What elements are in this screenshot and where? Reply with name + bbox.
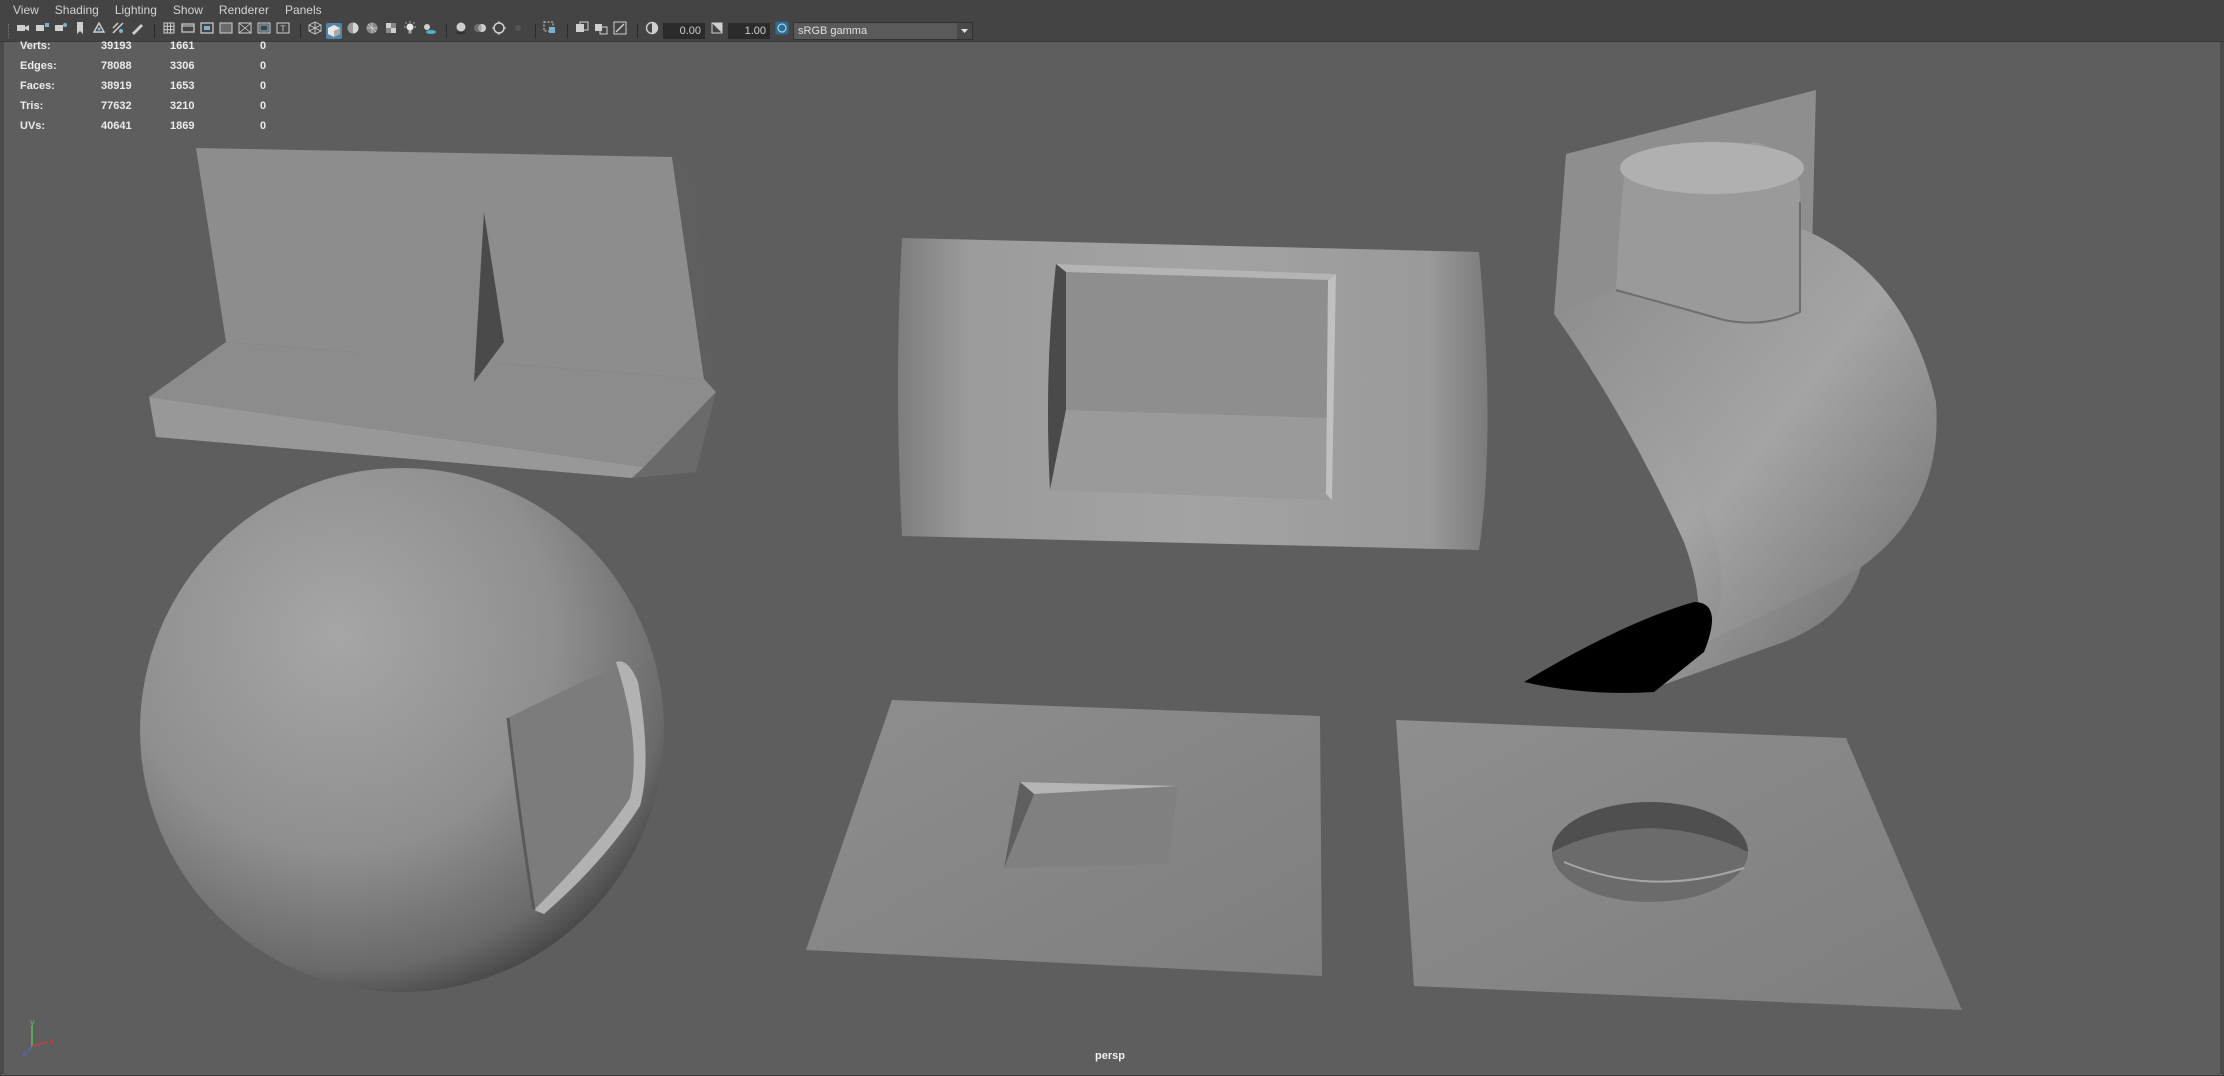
axis-y-label: y [30,1018,35,1027]
safe-action-icon[interactable] [256,20,272,41]
toolbar-separator [300,23,301,38]
gamma-field[interactable]: 1.00 [728,22,770,39]
hud-value: 3306 [170,60,195,72]
hud-value: 0 [260,80,267,92]
hud-value: 38919 [101,80,132,92]
toolbar-separator [446,23,447,38]
sphere-mesh[interactable] [140,468,664,992]
use-all-lights-icon[interactable] [402,20,418,41]
hud-label: UVs: [20,120,46,132]
image-plane-icon[interactable] [91,20,107,41]
smooth-shade-all-icon[interactable] [326,22,342,39]
viewport-canvas[interactable] [4,42,2220,1072]
hud-label: Tris: [20,100,44,112]
hud-value: 0 [260,60,267,72]
bookmark-camera-icon[interactable] [53,20,69,41]
camera-attributes-icon[interactable] [34,20,50,41]
hole-plane-mesh[interactable] [1396,720,1962,1010]
axis-z-label: z [22,1049,26,1058]
grid-icon[interactable] [161,20,177,41]
l-block-mesh[interactable] [149,148,716,478]
hud-value: 0 [260,100,267,112]
depth-of-field-icon[interactable] [510,20,526,41]
default-material-icon[interactable] [345,20,361,41]
hud-label: Faces: [20,80,55,92]
half-cylinder-mesh[interactable] [898,238,1488,550]
wireframe-icon[interactable] [307,20,323,41]
grease-pencil-icon[interactable] [129,20,145,41]
color-space-dropdown[interactable]: sRGB gamma [793,21,973,40]
bookmark-icon[interactable] [72,20,88,41]
hud-value: 39193 [101,40,132,52]
camera-name-label: persp [1095,1050,1125,1062]
motion-blur-icon[interactable] [472,20,488,41]
panel-menu-bar: View Shading Lighting Show Renderer Pane… [0,0,2224,21]
ambient-occlusion-icon[interactable] [453,20,469,41]
gate-mask-icon[interactable] [218,20,234,41]
hud-label: Verts: [20,40,51,52]
viewport-right-border [2220,42,2224,1074]
field-chart-icon[interactable] [237,20,253,41]
color-space-value: sRGB gamma [798,24,868,37]
shadows-icon[interactable] [421,20,437,41]
toolbar-separator [154,23,155,38]
axis-x-label: x [49,1037,54,1046]
menu-lighting[interactable]: Lighting [107,0,165,20]
textured-icon[interactable] [383,20,399,41]
wedge-plane-mesh[interactable] [806,700,1322,976]
menu-renderer[interactable]: Renderer [211,0,277,20]
toolbar-separator [567,23,568,38]
toolbar-separator [535,23,536,38]
xray-joints-icon[interactable] [612,20,628,41]
hud-value: 1653 [170,80,195,92]
exposure-icon[interactable] [644,20,660,41]
pipe-bend-mesh[interactable] [1524,90,1937,693]
hud-value: 0 [260,40,267,52]
exposure-field[interactable]: 0.00 [663,22,705,39]
wireframe-on-shaded-icon[interactable] [364,20,380,41]
toolbar-separator [637,23,638,38]
select-camera-icon[interactable] [15,20,31,41]
view-transform-icon[interactable] [774,20,790,41]
svg-text:T: T [280,25,286,34]
view-axis-icon: y x z [22,1018,54,1058]
xray-icon[interactable] [574,20,590,41]
hud-value: 1661 [170,40,195,52]
film-gate-icon[interactable] [180,20,196,41]
hud-value: 78088 [101,60,132,72]
hud-value: 3210 [170,100,195,112]
panel-toolbar: T 0.00 1.00 sRGB gamma [0,20,2224,42]
chevron-down-icon[interactable] [957,22,972,39]
menu-view[interactable]: View [0,0,47,20]
hud-value: 0 [260,120,267,132]
hud-label: Edges: [20,60,57,72]
hud-value: 1869 [170,120,195,132]
isolate-select-icon[interactable] [542,20,558,41]
two-d-pan-zoom-icon[interactable] [110,20,126,41]
menu-shading[interactable]: Shading [47,0,107,20]
safe-title-icon[interactable]: T [275,20,291,41]
hud-value: 40641 [101,120,132,132]
gamma-icon[interactable] [709,20,725,41]
resolution-gate-icon[interactable] [199,20,215,41]
menu-panels[interactable]: Panels [277,0,330,20]
anti-aliasing-icon[interactable] [491,20,507,41]
menu-show[interactable]: Show [165,0,211,20]
xray-active-components-icon[interactable] [593,20,609,41]
hud-value: 77632 [101,100,132,112]
toolbar-grip[interactable] [8,23,11,38]
